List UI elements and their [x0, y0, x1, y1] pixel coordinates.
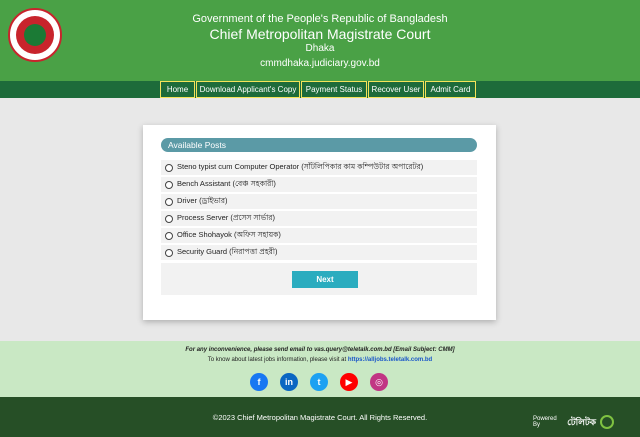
- powered-by: Powered By টেলিটক: [533, 412, 640, 432]
- post-option-process-server[interactable]: Process Server (প্রসেস সার্ভার): [161, 211, 477, 226]
- copyright-footer: ©2023 Chief Metropolitan Magistrate Cour…: [0, 397, 640, 437]
- post-option-driver[interactable]: Driver (ড্রাইভার): [161, 194, 477, 209]
- radio-button[interactable]: [165, 248, 173, 257]
- nav-bar: Home Download Applicant's Copy Payment S…: [0, 81, 640, 98]
- post-option-security-guard[interactable]: Security Guard (নিরাপত্তা প্রহরী): [161, 245, 477, 260]
- next-button-area: Next: [161, 263, 477, 295]
- header-city: Dhaka: [305, 43, 335, 54]
- powered-by-label: Powered By: [533, 416, 557, 428]
- post-option-steno-typist[interactable]: Steno typist cum Computer Operator (সাঁট…: [161, 160, 477, 175]
- nav-recover-user[interactable]: Recover User: [368, 81, 424, 98]
- teletalk-swirl-icon: [600, 415, 615, 429]
- contact-footer: For any inconvenience, please send email…: [0, 341, 640, 397]
- instagram-icon[interactable]: ◎: [370, 373, 388, 391]
- radio-button[interactable]: [165, 231, 173, 240]
- post-option-office-shohayok[interactable]: Office Shohayok (অফিস সহায়ক): [161, 228, 477, 243]
- linkedin-icon[interactable]: in: [280, 373, 298, 391]
- post-label: Security Guard (নিরাপত্তা প্রহরী): [177, 246, 278, 256]
- next-button[interactable]: Next: [292, 271, 358, 288]
- site-header: Government of the People's Republic of B…: [0, 0, 640, 81]
- nav-payment-status[interactable]: Payment Status: [301, 81, 367, 98]
- facebook-icon[interactable]: f: [250, 373, 268, 391]
- radio-button[interactable]: [165, 180, 173, 189]
- header-domain: cmmdhaka.judiciary.gov.bd: [260, 58, 380, 69]
- available-posts-title: Available Posts: [161, 138, 477, 152]
- jobs-info-text: To know about latest jobs information, p…: [207, 357, 347, 363]
- post-label: Steno typist cum Computer Operator (সাঁট…: [177, 161, 424, 171]
- post-label: Process Server (প্রসেস সার্ভার): [177, 212, 275, 222]
- twitter-icon[interactable]: t: [310, 373, 328, 391]
- teletalk-logo[interactable]: টেলিটক: [567, 412, 640, 432]
- inconvenience-notice: For any inconvenience, please send email…: [185, 347, 455, 353]
- header-court-title: Chief Metropolitan Magistrate Court: [209, 26, 431, 42]
- radio-button[interactable]: [165, 214, 173, 223]
- alljobs-link[interactable]: https://alljobs.teletalk.com.bd: [348, 357, 432, 363]
- nav-download-applicants-copy[interactable]: Download Applicant's Copy: [196, 81, 300, 98]
- post-label: Bench Assistant (বেঞ্চ সহকারী): [177, 178, 276, 188]
- header-government-title: Government of the People's Republic of B…: [192, 13, 448, 25]
- radio-button[interactable]: [165, 197, 173, 206]
- nav-admit-card[interactable]: Admit Card: [425, 81, 476, 98]
- post-label: Driver (ড্রাইভার): [177, 195, 228, 205]
- radio-button[interactable]: [165, 163, 173, 172]
- post-label: Office Shohayok (অফিস সহায়ক): [177, 229, 281, 239]
- jobs-info-line: To know about latest jobs information, p…: [0, 357, 640, 363]
- post-option-bench-assistant[interactable]: Bench Assistant (বেঞ্চ সহকারী): [161, 177, 477, 192]
- teletalk-logo-text: টেলিটক: [567, 416, 597, 427]
- youtube-icon[interactable]: ▶: [340, 373, 358, 391]
- social-links: f in t ▶ ◎: [250, 373, 400, 391]
- available-posts-card: Available Posts Steno typist cum Compute…: [143, 125, 496, 320]
- nav-home[interactable]: Home: [160, 81, 195, 98]
